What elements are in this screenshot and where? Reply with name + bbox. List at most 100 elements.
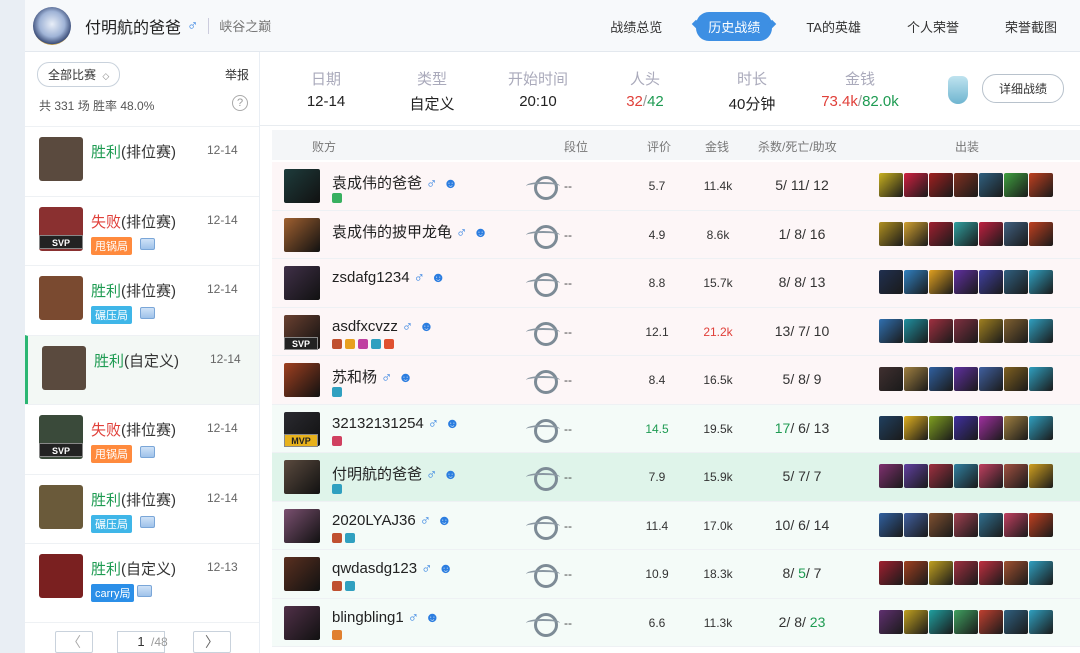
item-icon[interactable]	[929, 221, 953, 246]
player-name[interactable]: zsdafg1234 ♂ ☻	[332, 269, 446, 286]
item-icon[interactable]	[904, 221, 928, 246]
screenshot-icon[interactable]	[140, 515, 155, 528]
add-friend-icon[interactable]: ☻	[438, 560, 453, 576]
screenshot-icon[interactable]	[140, 446, 155, 458]
detail-stats-button[interactable]: 详细战绩	[982, 74, 1065, 103]
player-row[interactable]: blingbling1 ♂ ☻ -- 6.6 11.3k 2/ 8/ 23	[272, 598, 1080, 647]
item-icon[interactable]	[1029, 415, 1053, 440]
match-list-item[interactable]: 胜利(排位赛) 12-14	[25, 126, 259, 196]
item-icon[interactable]	[979, 415, 1003, 440]
item-icon[interactable]	[979, 609, 1003, 634]
item-icon[interactable]	[879, 561, 903, 585]
item-icon[interactable]	[979, 270, 1003, 294]
item-icon[interactable]	[904, 464, 928, 488]
next-page-button[interactable]: 〉	[193, 631, 231, 653]
item-icon[interactable]	[1029, 464, 1053, 488]
screenshot-icon[interactable]	[140, 237, 155, 250]
item-icon[interactable]	[1004, 464, 1028, 488]
player-row[interactable]: 付明航的爸爸 ♂ ☻ -- 7.9 15.9k 5/ 7/ 7	[272, 453, 1080, 502]
item-icon[interactable]	[904, 367, 928, 391]
player-row[interactable]: zsdafg1234 ♂ ☻ -- 8.8 15.7k 8/ 8/ 13	[272, 259, 1080, 308]
screenshot-icon[interactable]	[137, 585, 152, 597]
item-icon[interactable]	[954, 561, 978, 585]
item-icon[interactable]	[929, 512, 953, 537]
item-icon[interactable]	[904, 512, 928, 537]
item-icon[interactable]	[1029, 561, 1053, 585]
player-row[interactable]: 袁成伟的爸爸 ♂ ☻ -- 5.7 11.4k 5/ 11/ 12	[272, 162, 1080, 211]
item-icon[interactable]	[929, 270, 953, 294]
nav-history[interactable]: 历史战绩	[696, 12, 773, 41]
item-icon[interactable]	[904, 561, 928, 585]
item-icon[interactable]	[1029, 367, 1053, 391]
player-row[interactable]: qwdasdg123 ♂ ☻ -- 10.9 18.3k 8/ 5/ 7	[272, 550, 1080, 599]
item-icon[interactable]	[954, 367, 978, 391]
item-icon[interactable]	[929, 318, 953, 343]
item-icon[interactable]	[1029, 221, 1053, 246]
add-friend-icon[interactable]: ☻	[431, 269, 446, 285]
item-icon[interactable]	[879, 609, 903, 634]
report-link[interactable]: 举报	[225, 66, 249, 83]
item-icon[interactable]	[1029, 270, 1053, 294]
item-icon[interactable]	[929, 464, 953, 488]
item-icon[interactable]	[879, 415, 903, 440]
item-icon[interactable]	[954, 270, 978, 294]
help-icon[interactable]: ?	[232, 95, 248, 111]
item-icon[interactable]	[904, 415, 928, 440]
player-name[interactable]: qwdasdg123 ♂ ☻	[332, 560, 453, 577]
item-icon[interactable]	[1029, 512, 1053, 537]
item-icon[interactable]	[954, 173, 978, 197]
item-icon[interactable]	[954, 464, 978, 488]
item-icon[interactable]	[1029, 318, 1053, 343]
item-icon[interactable]	[979, 464, 1003, 488]
player-name[interactable]: 苏和杨 ♂ ☻	[332, 366, 413, 387]
item-icon[interactable]	[1029, 609, 1053, 634]
item-icon[interactable]	[954, 609, 978, 634]
match-list-item[interactable]: 胜利(自定义) 12-14	[25, 334, 259, 404]
player-row[interactable]: 2020LYAJ36 ♂ ☻ -- 11.4 17.0k 10/ 6/ 14	[272, 501, 1080, 550]
item-icon[interactable]	[1004, 270, 1028, 294]
player-row[interactable]: MVP 32132131254 ♂ ☻ -- 14.5 19.5k 17/ 6/ 13	[272, 404, 1080, 453]
add-friend-icon[interactable]: ☻	[443, 175, 458, 191]
item-icon[interactable]	[1004, 367, 1028, 391]
item-icon[interactable]	[954, 318, 978, 343]
player-row[interactable]: 袁成伟的披甲龙龟 ♂ ☻ -- 4.9 8.6k 1/ 8/ 16	[272, 210, 1080, 259]
match-filter-dropdown[interactable]: 全部比赛 ◇	[37, 62, 121, 87]
item-icon[interactable]	[1004, 221, 1028, 246]
item-icon[interactable]	[879, 270, 903, 294]
item-icon[interactable]	[879, 367, 903, 391]
item-icon[interactable]	[1004, 609, 1028, 634]
item-icon[interactable]	[979, 561, 1003, 585]
nav-honors[interactable]: 个人荣誉	[895, 12, 971, 41]
item-icon[interactable]	[979, 318, 1003, 343]
item-icon[interactable]	[979, 512, 1003, 537]
item-icon[interactable]	[929, 609, 953, 634]
item-icon[interactable]	[879, 512, 903, 537]
prev-page-button[interactable]: 〈	[55, 631, 93, 653]
item-icon[interactable]	[979, 173, 1003, 197]
item-icon[interactable]	[954, 221, 978, 246]
player-name[interactable]: 袁成伟的爸爸 ♂ ☻	[332, 172, 458, 193]
item-icon[interactable]	[1029, 173, 1053, 197]
item-icon[interactable]	[979, 221, 1003, 246]
match-list-item[interactable]: 胜利(排位赛) 12-14 碾压局	[25, 473, 259, 544]
match-list-item[interactable]: 胜利(自定义) 12-13 carry局	[25, 543, 259, 613]
item-icon[interactable]	[879, 173, 903, 197]
item-icon[interactable]	[1004, 512, 1028, 537]
item-icon[interactable]	[904, 318, 928, 343]
item-icon[interactable]	[904, 609, 928, 634]
item-icon[interactable]	[879, 318, 903, 343]
item-icon[interactable]	[1004, 173, 1028, 197]
item-icon[interactable]	[1004, 318, 1028, 343]
item-icon[interactable]	[929, 367, 953, 391]
player-name[interactable]: asdfxcvzz ♂ ☻	[332, 318, 434, 335]
item-icon[interactable]	[979, 367, 1003, 391]
add-friend-icon[interactable]: ☻	[419, 318, 434, 334]
item-icon[interactable]	[954, 512, 978, 537]
item-icon[interactable]	[879, 221, 903, 246]
item-icon[interactable]	[1004, 561, 1028, 585]
item-icon[interactable]	[879, 464, 903, 488]
match-list-item[interactable]: 胜利(排位赛) 12-14 碾压局	[25, 265, 259, 335]
nav-heroes[interactable]: TA的英雄	[794, 12, 873, 41]
player-name[interactable]: 2020LYAJ36 ♂ ☻	[332, 512, 452, 529]
player-name[interactable]: blingbling1 ♂ ☻	[332, 609, 440, 626]
